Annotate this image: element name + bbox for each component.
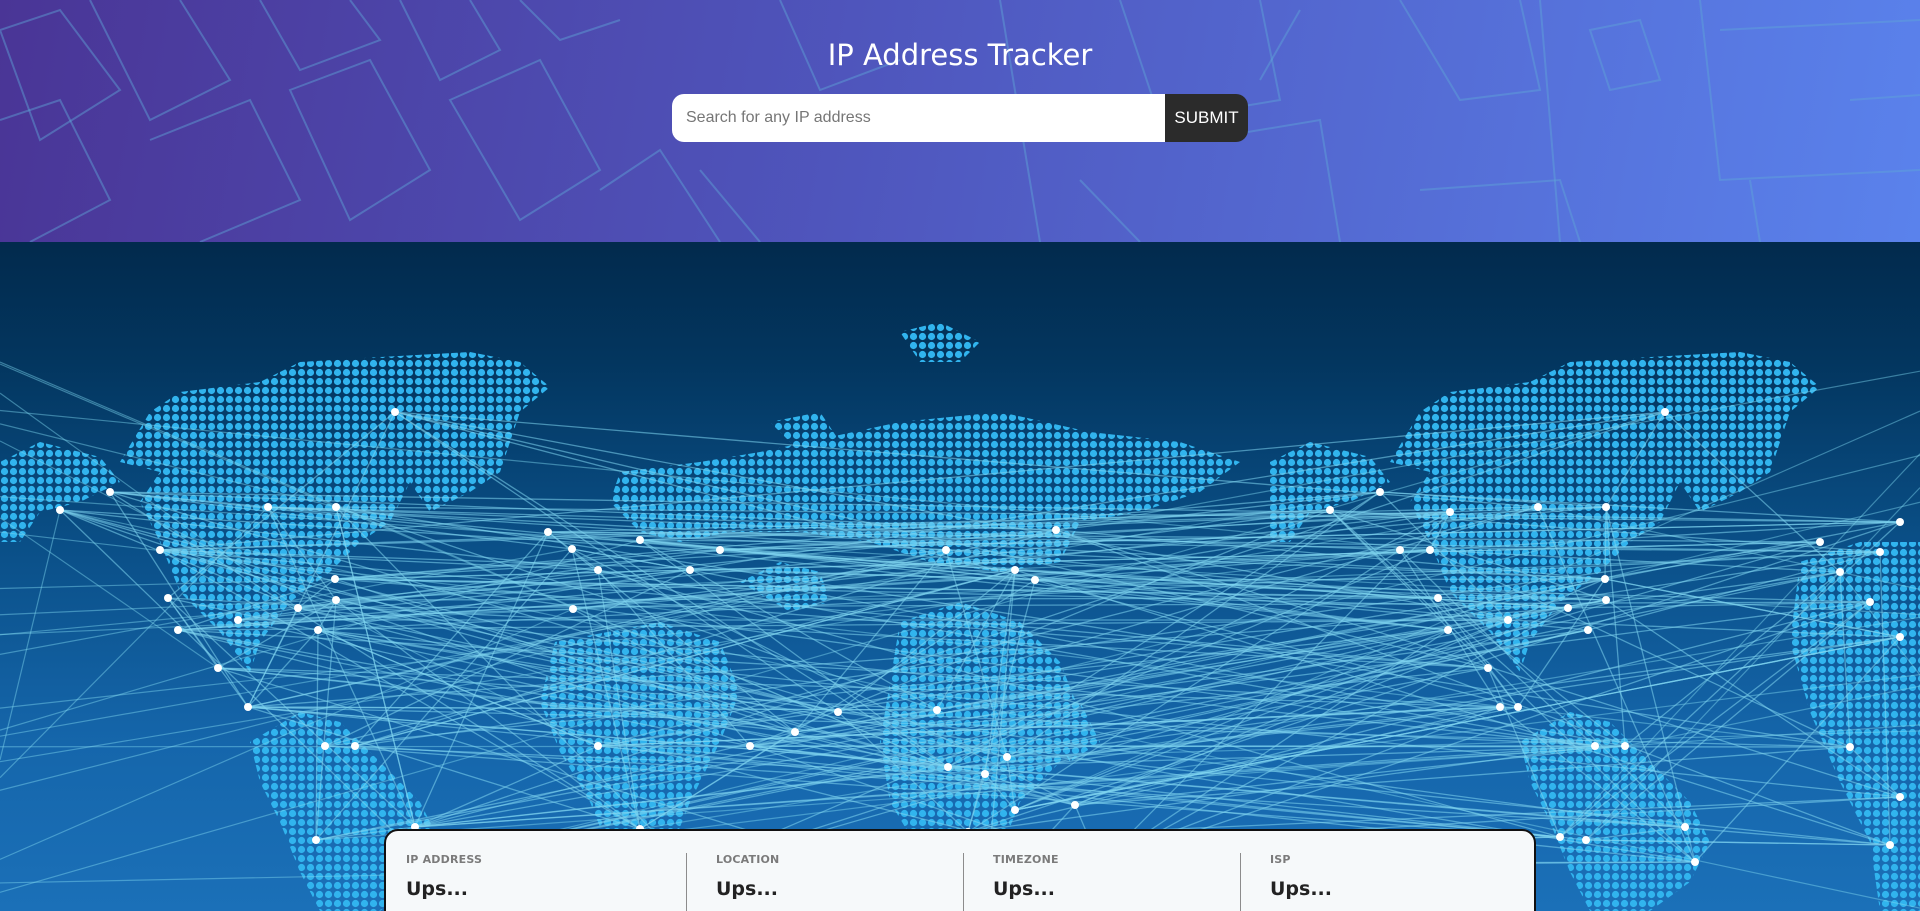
ip-address-info: IP ADDRESS Ups... <box>386 853 686 911</box>
search-form: SUBMIT <box>672 94 1248 142</box>
network-node <box>1836 568 1844 576</box>
network-node <box>1504 616 1512 624</box>
network-node <box>174 626 182 634</box>
network-node <box>264 503 272 511</box>
network-node <box>1052 526 1060 534</box>
network-node <box>164 594 172 602</box>
network-node <box>1816 538 1824 546</box>
network-node <box>1582 836 1590 844</box>
network-node <box>391 408 399 416</box>
network-node <box>791 728 799 736</box>
network-node <box>1031 576 1039 584</box>
ip-search-input[interactable] <box>672 94 1165 142</box>
network-world-map <box>0 322 1920 911</box>
world-map[interactable]: IP ADDRESS Ups... LOCATION Ups... TIMEZO… <box>0 242 1920 911</box>
network-node <box>1534 503 1542 511</box>
network-node <box>1886 841 1894 849</box>
ip-address-label: IP ADDRESS <box>406 853 483 866</box>
network-node <box>933 706 941 714</box>
network-node <box>1496 703 1504 711</box>
network-node <box>1602 503 1610 511</box>
network-node <box>1446 508 1454 516</box>
network-node <box>981 770 989 778</box>
network-node <box>331 575 339 583</box>
network-node <box>332 596 340 604</box>
network-node <box>156 546 164 554</box>
isp-label: ISP <box>1270 853 1291 866</box>
network-node <box>1846 743 1854 751</box>
network-node <box>569 605 577 613</box>
network-node <box>686 566 694 574</box>
network-node <box>1601 575 1609 583</box>
network-node <box>544 528 552 536</box>
network-node <box>944 763 952 771</box>
network-node <box>1071 801 1079 809</box>
page-title: IP Address Tracker <box>827 38 1093 72</box>
network-node <box>1514 703 1522 711</box>
network-node <box>1003 753 1011 761</box>
ip-address-value: Ups... <box>406 878 468 900</box>
network-node <box>1484 664 1492 672</box>
location-label: LOCATION <box>716 853 780 866</box>
network-node <box>1326 506 1334 514</box>
network-node <box>1434 594 1442 602</box>
network-node <box>106 488 114 496</box>
network-node <box>1602 596 1610 604</box>
network-node <box>1564 604 1572 612</box>
network-node <box>1591 742 1599 750</box>
network-node <box>1396 546 1404 554</box>
network-node <box>746 742 754 750</box>
network-node <box>244 703 252 711</box>
timezone-info: TIMEZONE Ups... <box>963 853 1240 911</box>
network-node <box>716 546 724 554</box>
network-node <box>332 503 340 511</box>
location-value: Ups... <box>716 878 778 900</box>
network-node <box>314 626 322 634</box>
network-node <box>321 742 329 750</box>
network-node <box>214 664 222 672</box>
network-node <box>312 836 320 844</box>
network-node <box>1691 858 1699 866</box>
network-node <box>834 708 842 716</box>
network-node <box>1681 823 1689 831</box>
network-node <box>1011 566 1019 574</box>
timezone-value: Ups... <box>993 878 1055 900</box>
header-banner: IP Address Tracker SUBMIT <box>0 0 1920 242</box>
isp-value: Ups... <box>1270 878 1332 900</box>
network-node <box>1876 548 1884 556</box>
network-node <box>56 506 64 514</box>
network-node <box>1621 742 1629 750</box>
network-node <box>294 604 302 612</box>
ip-info-card: IP ADDRESS Ups... LOCATION Ups... TIMEZO… <box>384 829 1536 911</box>
network-node <box>594 742 602 750</box>
network-node <box>942 546 950 554</box>
timezone-label: TIMEZONE <box>993 853 1059 866</box>
network-node <box>1376 488 1384 496</box>
submit-button[interactable]: SUBMIT <box>1165 94 1248 142</box>
network-node <box>351 742 359 750</box>
network-node <box>1444 626 1452 634</box>
network-node <box>1896 518 1904 526</box>
network-node <box>568 545 576 553</box>
location-info: LOCATION Ups... <box>686 853 963 911</box>
network-node <box>234 616 242 624</box>
network-node <box>1896 793 1904 801</box>
network-node <box>636 536 644 544</box>
network-node <box>594 566 602 574</box>
network-node <box>1011 806 1019 814</box>
network-node <box>1661 408 1669 416</box>
network-node <box>1866 598 1874 606</box>
network-node <box>1556 833 1564 841</box>
network-node <box>1426 546 1434 554</box>
network-node <box>1584 626 1592 634</box>
network-node <box>1896 633 1904 641</box>
isp-info: ISP Ups... <box>1240 853 1534 911</box>
